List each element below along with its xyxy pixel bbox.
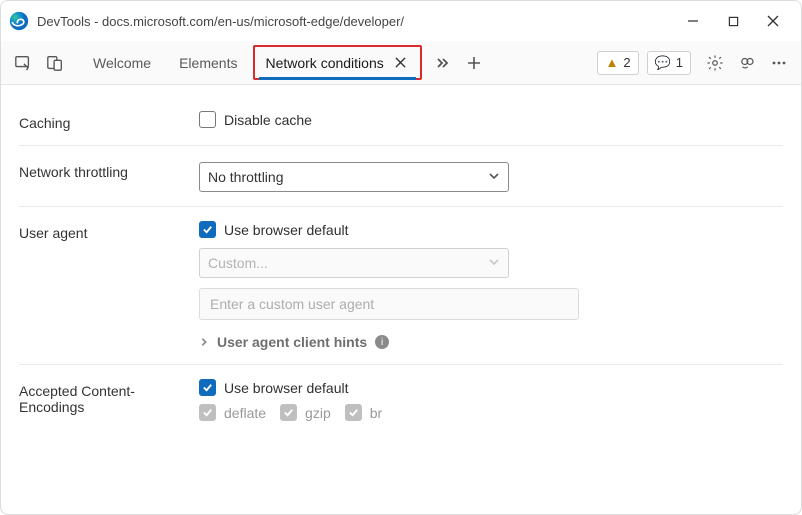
checkbox-checked-icon bbox=[199, 379, 216, 396]
ua-client-hints-disclosure[interactable]: User agent client hints i bbox=[199, 334, 619, 350]
feedback-icon[interactable] bbox=[733, 49, 761, 77]
tab-welcome[interactable]: Welcome bbox=[79, 41, 165, 84]
titlebar: DevTools - docs.microsoft.com/en-us/micr… bbox=[1, 1, 801, 41]
tab-elements[interactable]: Elements bbox=[165, 41, 251, 84]
chevron-right-icon bbox=[199, 334, 209, 350]
checkbox-checked-icon bbox=[199, 221, 216, 238]
caching-label: Caching bbox=[19, 111, 199, 131]
checkbox-disabled-icon bbox=[280, 404, 297, 421]
tab-network-conditions-label: Network conditions bbox=[265, 55, 383, 71]
warning-icon: ▲ bbox=[605, 55, 618, 70]
ua-custom-select: Custom... bbox=[199, 248, 509, 278]
enc-deflate-checkbox: deflate bbox=[199, 404, 266, 421]
ua-custom-input: Enter a custom user agent bbox=[199, 288, 579, 320]
section-caching: Caching Disable cache bbox=[19, 97, 783, 146]
more-tabs-icon[interactable] bbox=[428, 49, 456, 77]
throttling-select[interactable]: No throttling bbox=[199, 162, 509, 192]
enc-gzip-checkbox: gzip bbox=[280, 404, 331, 421]
disable-cache-checkbox[interactable]: Disable cache bbox=[199, 111, 619, 128]
disable-cache-label: Disable cache bbox=[224, 112, 312, 128]
chevron-down-icon bbox=[488, 255, 500, 271]
device-toggle-icon[interactable] bbox=[41, 49, 69, 77]
throttling-selected: No throttling bbox=[208, 169, 283, 185]
warnings-badge[interactable]: ▲ 2 bbox=[597, 51, 638, 75]
tab-elements-label: Elements bbox=[179, 55, 237, 71]
warnings-count: 2 bbox=[623, 55, 630, 70]
tab-welcome-label: Welcome bbox=[93, 55, 151, 71]
enc-br-label: br bbox=[370, 405, 382, 421]
ua-custom-placeholder: Enter a custom user agent bbox=[210, 296, 374, 312]
ua-client-hints-label: User agent client hints bbox=[217, 334, 367, 350]
section-encodings: Accepted Content-Encodings Use browser d… bbox=[19, 365, 783, 435]
minimize-button[interactable] bbox=[673, 5, 713, 37]
info-dot-icon: i bbox=[375, 335, 389, 349]
inspect-element-icon[interactable] bbox=[9, 49, 37, 77]
tab-strip: Welcome Elements Network conditions bbox=[79, 41, 424, 84]
ua-use-default-checkbox[interactable]: Use browser default bbox=[199, 221, 619, 238]
user-agent-label: User agent bbox=[19, 221, 199, 350]
checkbox-disabled-icon bbox=[345, 404, 362, 421]
edge-logo-icon bbox=[9, 11, 29, 31]
maximize-button[interactable] bbox=[713, 5, 753, 37]
enc-use-default-checkbox[interactable]: Use browser default bbox=[199, 379, 619, 396]
section-throttling: Network throttling No throttling bbox=[19, 146, 783, 207]
ua-use-default-label: Use browser default bbox=[224, 222, 349, 238]
enc-deflate-label: deflate bbox=[224, 405, 266, 421]
devtools-window: DevTools - docs.microsoft.com/en-us/micr… bbox=[0, 0, 802, 515]
chevron-down-icon bbox=[488, 169, 500, 185]
new-tab-button[interactable] bbox=[460, 49, 488, 77]
info-icon: 💬 bbox=[655, 55, 671, 71]
tab-close-button[interactable] bbox=[392, 54, 410, 72]
panel-network-conditions: Caching Disable cache Network throttling… bbox=[1, 85, 801, 514]
ua-custom-select-label: Custom... bbox=[208, 255, 268, 271]
close-window-button[interactable] bbox=[753, 5, 793, 37]
enc-gzip-label: gzip bbox=[305, 405, 331, 421]
info-count: 1 bbox=[676, 55, 683, 70]
more-options-icon[interactable] bbox=[765, 49, 793, 77]
encodings-label: Accepted Content-Encodings bbox=[19, 379, 199, 421]
window-title: DevTools - docs.microsoft.com/en-us/micr… bbox=[37, 14, 673, 29]
settings-icon[interactable] bbox=[701, 49, 729, 77]
section-user-agent: User agent Use browser default Custom...… bbox=[19, 207, 783, 365]
devtools-toolbar: Welcome Elements Network conditions ▲ 2 … bbox=[1, 41, 801, 85]
checkbox-icon bbox=[199, 111, 216, 128]
enc-br-checkbox: br bbox=[345, 404, 382, 421]
tab-network-conditions[interactable]: Network conditions bbox=[253, 45, 421, 80]
throttling-label: Network throttling bbox=[19, 160, 199, 192]
checkbox-disabled-icon bbox=[199, 404, 216, 421]
enc-use-default-label: Use browser default bbox=[224, 380, 349, 396]
info-badge[interactable]: 💬 1 bbox=[647, 51, 691, 75]
